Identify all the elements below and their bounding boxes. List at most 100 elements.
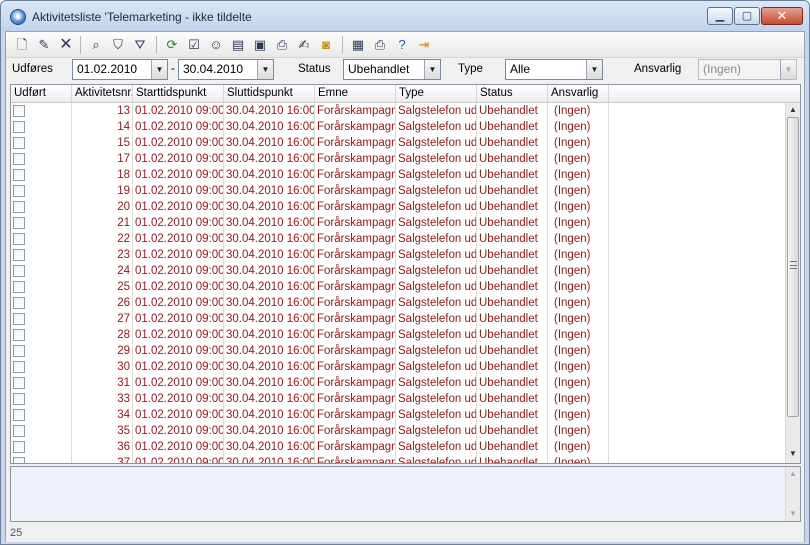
table-row[interactable]: 27 01.02.2010 09:00 30.04.2010 16:00 Forårs…	[11, 311, 611, 327]
udfort-checkbox[interactable]	[13, 121, 25, 133]
col-header-aktivitetsnr[interactable]: Aktivitetsnr.	[72, 85, 133, 103]
udfort-checkbox[interactable]	[13, 377, 25, 389]
udfort-checkbox[interactable]	[13, 105, 25, 117]
table-row[interactable]: 14 01.02.2010 09:00 30.04.2010 16:00 Forårs…	[11, 119, 611, 135]
clear-filter-icon[interactable]: ⛛	[130, 35, 150, 55]
table-row[interactable]: 13 01.02.2010 09:00 30.04.2010 16:00 Forårs…	[11, 103, 611, 119]
udfort-checkbox[interactable]	[13, 233, 25, 245]
udfort-checkbox[interactable]	[13, 393, 25, 405]
table-row[interactable]: 20 01.02.2010 09:00 30.04.2010 16:00 Forårs…	[11, 199, 611, 215]
contacts-icon[interactable]: ☺	[206, 35, 226, 55]
udfort-checkbox[interactable]	[13, 297, 25, 309]
chevron-down-icon[interactable]: ▼	[424, 60, 440, 79]
scroll-down-icon[interactable]: ▼	[786, 507, 800, 521]
table-row[interactable]: 35 01.02.2010 09:00 30.04.2010 16:00 Forårs…	[11, 423, 611, 439]
table-row[interactable]: 25 01.02.2010 09:00 30.04.2010 16:00 Forårs…	[11, 279, 611, 295]
udfort-checkbox[interactable]	[13, 201, 25, 213]
udfort-checkbox[interactable]	[13, 345, 25, 357]
cell-aktivitetsnr: 14	[117, 121, 130, 133]
date-from-picker[interactable]: 01.02.2010 ▼	[72, 59, 168, 80]
table-row[interactable]: 31 01.02.2010 09:00 30.04.2010 16:00 Forårs…	[11, 375, 611, 391]
table-row[interactable]: 26 01.02.2010 09:00 30.04.2010 16:00 Forårs…	[11, 295, 611, 311]
grid-scrollbar[interactable]: ▲ ▼	[785, 103, 800, 463]
table-row[interactable]: 18 01.02.2010 09:00 30.04.2010 16:00 Forårs…	[11, 167, 611, 183]
title-bar[interactable]: ◉ Aktivitetsliste 'Telemarketing - ikke …	[1, 1, 809, 31]
col-header-type[interactable]: Type	[396, 85, 477, 103]
udfort-checkbox[interactable]	[13, 169, 25, 181]
delete-icon[interactable]: ✕	[56, 35, 76, 55]
minimize-button[interactable]: ▁	[707, 7, 733, 25]
table-row[interactable]: 36 01.02.2010 09:00 30.04.2010 16:00 Forårs…	[11, 439, 611, 455]
cell-aktivitetsnr: 33	[117, 393, 130, 405]
search-icon[interactable]: ⌕	[86, 35, 106, 55]
date-to-picker[interactable]: 30.04.2010 ▼	[178, 59, 274, 80]
close-button[interactable]: ✕	[761, 7, 803, 25]
type-select[interactable]: Alle ▼	[505, 59, 603, 80]
help-icon[interactable]: ?	[392, 35, 412, 55]
udfort-checkbox[interactable]	[13, 153, 25, 165]
table-row[interactable]: 17 01.02.2010 09:00 30.04.2010 16:00 Forårs…	[11, 151, 611, 167]
udfort-checkbox[interactable]	[13, 249, 25, 261]
exit-icon[interactable]: ⇥	[414, 35, 434, 55]
table-row[interactable]: 15 01.02.2010 09:00 30.04.2010 16:00 Forårs…	[11, 135, 611, 151]
table-row[interactable]: 33 01.02.2010 09:00 30.04.2010 16:00 Forårs…	[11, 391, 611, 407]
edit-icon[interactable]: ✎	[34, 35, 54, 55]
udfort-checkbox[interactable]	[13, 361, 25, 373]
udfort-checkbox[interactable]	[13, 425, 25, 437]
table-row[interactable]: 19 01.02.2010 09:00 30.04.2010 16:00 Forårs…	[11, 183, 611, 199]
notes-panel[interactable]: ▲ ▼	[10, 466, 801, 522]
col-header-udfort[interactable]: Udført	[11, 85, 72, 103]
cell-ansvarlig: (Ingen)	[554, 441, 591, 453]
scroll-up-icon[interactable]: ▲	[786, 467, 800, 481]
table-row[interactable]: 34 01.02.2010 09:00 30.04.2010 16:00 Forårs…	[11, 407, 611, 423]
scroll-down-icon[interactable]: ▼	[786, 447, 800, 461]
udfort-checkbox[interactable]	[13, 281, 25, 293]
maximize-button[interactable]: ▢	[734, 7, 760, 25]
table-row[interactable]: 21 01.02.2010 09:00 30.04.2010 16:00 Forårs…	[11, 215, 611, 231]
chevron-down-icon[interactable]: ▼	[586, 60, 602, 79]
check-icon[interactable]: ☑	[184, 35, 204, 55]
date-separator: -	[171, 63, 175, 75]
col-header-starttidspunkt[interactable]: Starttidspunkt	[133, 85, 224, 103]
toolbar-separator	[342, 36, 343, 54]
scroll-up-icon[interactable]: ▲	[786, 103, 800, 117]
refresh-icon[interactable]: ⟳	[162, 35, 182, 55]
udfort-checkbox[interactable]	[13, 409, 25, 421]
camera-icon[interactable]: ◙	[316, 35, 336, 55]
cell-sluttidspunkt: 30.04.2010 16:00	[226, 425, 315, 437]
udfort-checkbox[interactable]	[13, 457, 25, 463]
udfort-checkbox[interactable]	[13, 265, 25, 277]
table-row[interactable]: 23 01.02.2010 09:00 30.04.2010 16:00 Forårs…	[11, 247, 611, 263]
notes-scrollbar[interactable]: ▲ ▼	[785, 467, 800, 521]
preview-icon[interactable]: ▣	[250, 35, 270, 55]
col-header-ansvarlig[interactable]: Ansvarlig	[548, 85, 609, 103]
notes-icon[interactable]: ✍	[294, 35, 314, 55]
properties-icon[interactable]: ▦	[348, 35, 368, 55]
udfort-checkbox[interactable]	[13, 441, 25, 453]
table-row[interactable]: 29 01.02.2010 09:00 30.04.2010 16:00 Forårs…	[11, 343, 611, 359]
col-header-status[interactable]: Status	[477, 85, 548, 103]
cell-status: Ubehandlet	[479, 217, 538, 229]
filter-icon[interactable]: ⛉	[108, 35, 128, 55]
new-icon[interactable]: 🗋	[12, 35, 32, 55]
print-icon[interactable]: ⎙	[272, 35, 292, 55]
col-header-sluttidspunkt[interactable]: Sluttidspunkt	[224, 85, 315, 103]
table-row[interactable]: 37 01.02.2010 09:00 30.04.2010 16:00 Forårs…	[11, 455, 611, 463]
card-icon[interactable]: ▤	[228, 35, 248, 55]
udfort-checkbox[interactable]	[13, 217, 25, 229]
udfort-checkbox[interactable]	[13, 329, 25, 341]
udfort-checkbox[interactable]	[13, 185, 25, 197]
table-row[interactable]: 24 01.02.2010 09:00 30.04.2010 16:00 Forårs…	[11, 263, 611, 279]
table-row[interactable]: 22 01.02.2010 09:00 30.04.2010 16:00 Forårs…	[11, 231, 611, 247]
table-row[interactable]: 28 01.02.2010 09:00 30.04.2010 16:00 Forårs…	[11, 327, 611, 343]
chevron-down-icon[interactable]: ▼	[257, 60, 273, 79]
activity-grid[interactable]: Udført Aktivitetsnr. Starttidspunkt Slut…	[10, 84, 801, 464]
status-select[interactable]: Ubehandlet ▼	[343, 59, 441, 80]
udfort-checkbox[interactable]	[13, 137, 25, 149]
printer-icon[interactable]: ⎙	[370, 35, 390, 55]
table-row[interactable]: 30 01.02.2010 09:00 30.04.2010 16:00 Forårs…	[11, 359, 611, 375]
scroll-thumb[interactable]	[787, 117, 799, 417]
col-header-emne[interactable]: Emne	[315, 85, 396, 103]
chevron-down-icon[interactable]: ▼	[151, 60, 167, 79]
udfort-checkbox[interactable]	[13, 313, 25, 325]
